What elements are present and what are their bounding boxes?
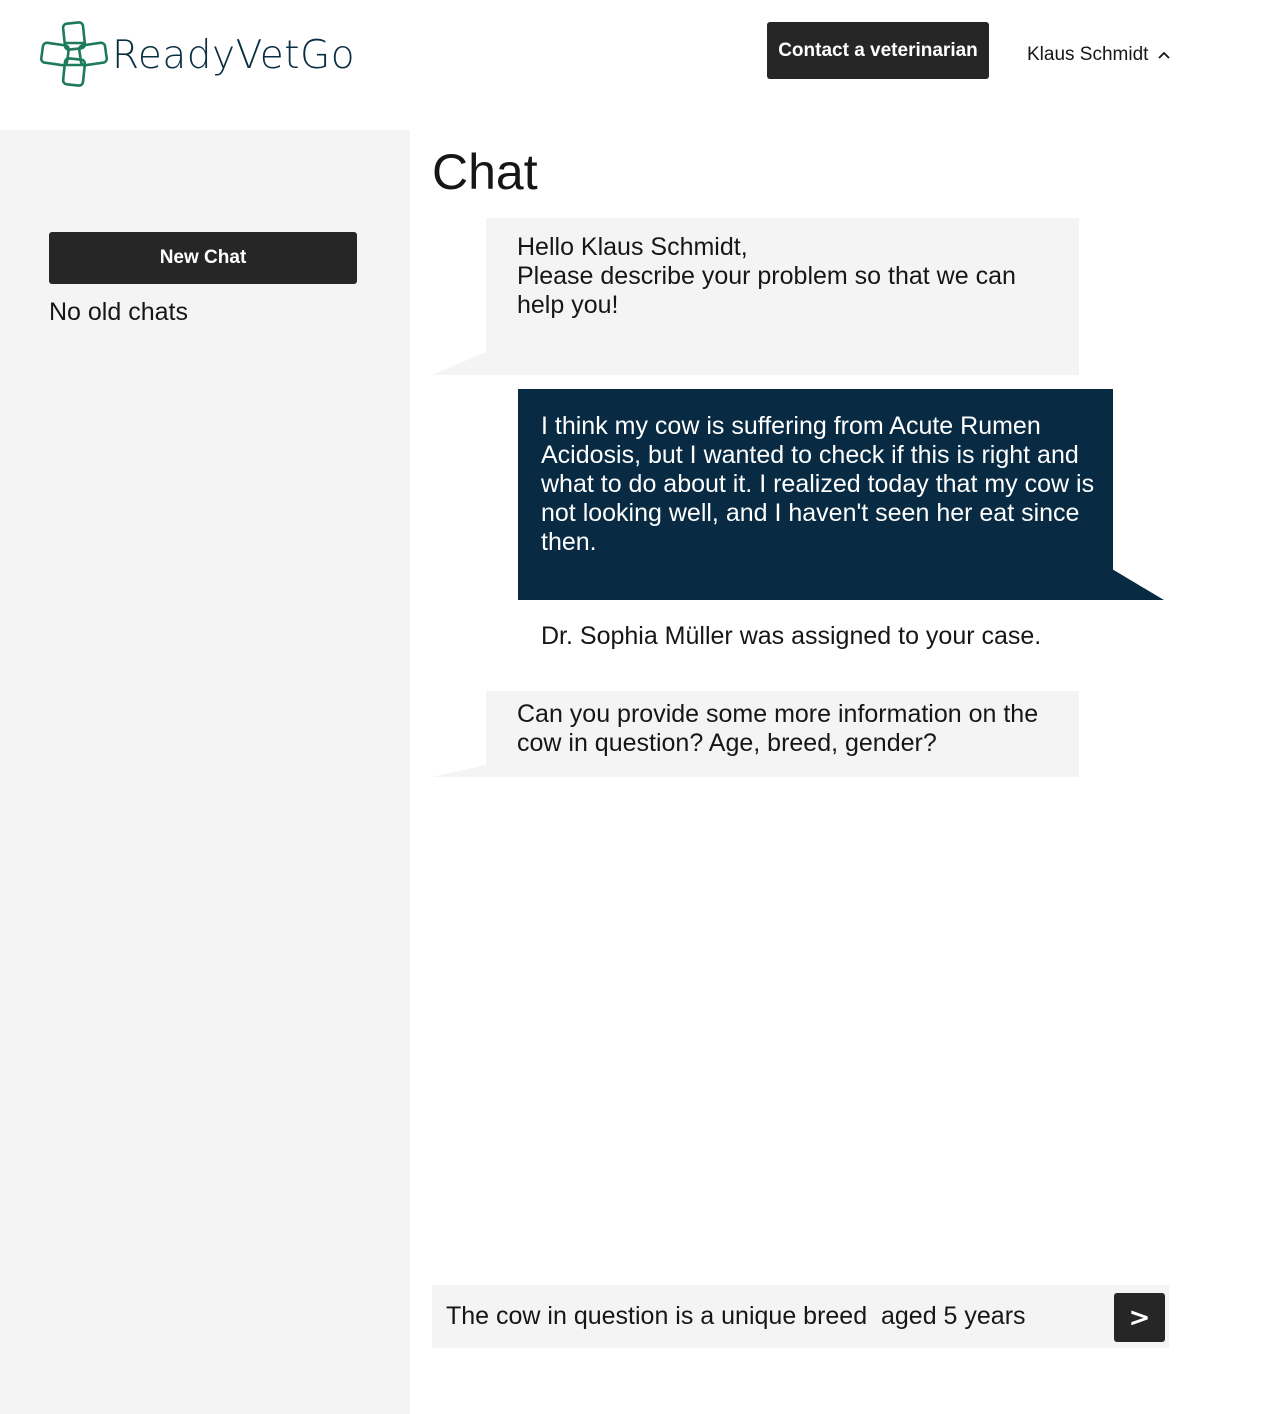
vet-message-bubble: Hello Klaus Schmidt, Please describe you… — [432, 218, 1079, 375]
message-text: I think my cow is suffering from Acute R… — [541, 412, 1095, 556]
chevron-up-icon — [1158, 51, 1171, 59]
message-text: Hello Klaus Schmidt, Please describe you… — [517, 233, 1016, 319]
user-message-bubble: I think my cow is suffering from Acute R… — [518, 389, 1164, 600]
user-name: Klaus Schmidt — [1027, 44, 1149, 65]
message-composer: > — [432, 1285, 1169, 1348]
top-header: ReadyVetGo Contact a veterinarian Klaus … — [0, 0, 1272, 130]
bubble-tail — [1112, 569, 1164, 600]
new-chat-button[interactable]: New Chat — [49, 232, 357, 284]
bubble-tail — [432, 352, 486, 375]
readyvetgo-logo[interactable]: ReadyVetGo — [40, 20, 355, 90]
user-menu[interactable]: Klaus Schmidt — [1027, 42, 1171, 68]
logo-text: ReadyVetGo — [112, 32, 356, 78]
cross-logo-icon — [40, 21, 108, 87]
no-old-chats-text: No old chats — [49, 298, 188, 326]
vet-message-bubble: Can you provide some more information on… — [432, 691, 1079, 777]
message-input[interactable] — [432, 1285, 1102, 1348]
system-message: Dr. Sophia Müller was assigned to your c… — [541, 622, 1042, 650]
bubble-tail — [432, 765, 486, 777]
contact-veterinarian-button[interactable]: Contact a veterinarian — [767, 22, 989, 79]
send-button[interactable]: > — [1114, 1293, 1165, 1342]
page-title: Chat — [432, 144, 538, 200]
message-text: Can you provide some more information on… — [517, 700, 1039, 757]
chat-history-sidebar: New Chat No old chats — [0, 130, 410, 1414]
